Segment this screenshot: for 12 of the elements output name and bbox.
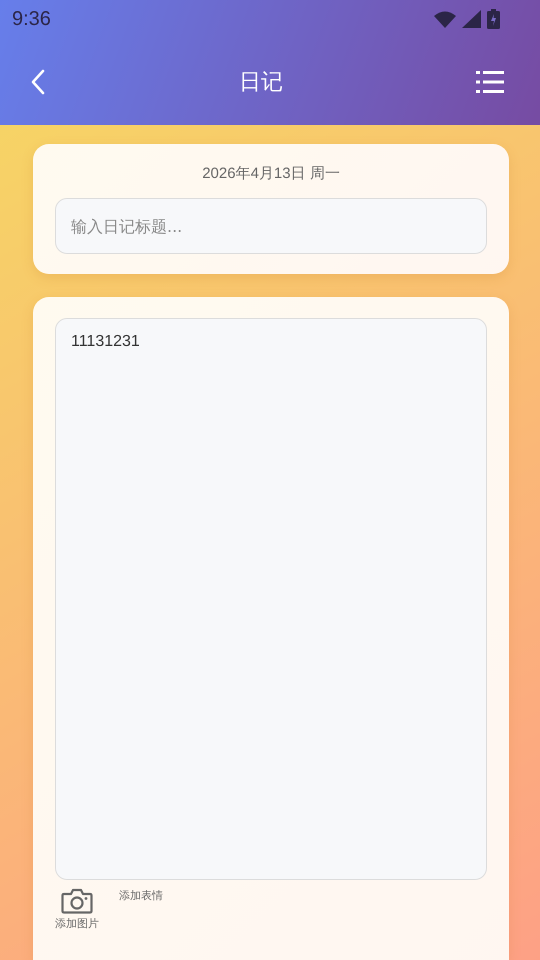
- list-button[interactable]: [476, 70, 504, 92]
- back-button[interactable]: [30, 68, 46, 94]
- page-title: 日记: [239, 68, 283, 96]
- battery-icon: [487, 9, 500, 29]
- signal-icon: [462, 10, 481, 28]
- wifi-icon: [434, 10, 456, 28]
- add-photo-button[interactable]: 添加图片: [55, 888, 99, 931]
- content-text-area[interactable]: 11131231: [55, 318, 487, 880]
- entry-date: 2026年4月13日 周一: [201, 164, 341, 183]
- add-emoji-button[interactable]: 添加表情: [119, 888, 163, 931]
- title-input-field[interactable]: 输入日记标题...: [55, 198, 487, 254]
- status-time: 9:36: [12, 8, 51, 30]
